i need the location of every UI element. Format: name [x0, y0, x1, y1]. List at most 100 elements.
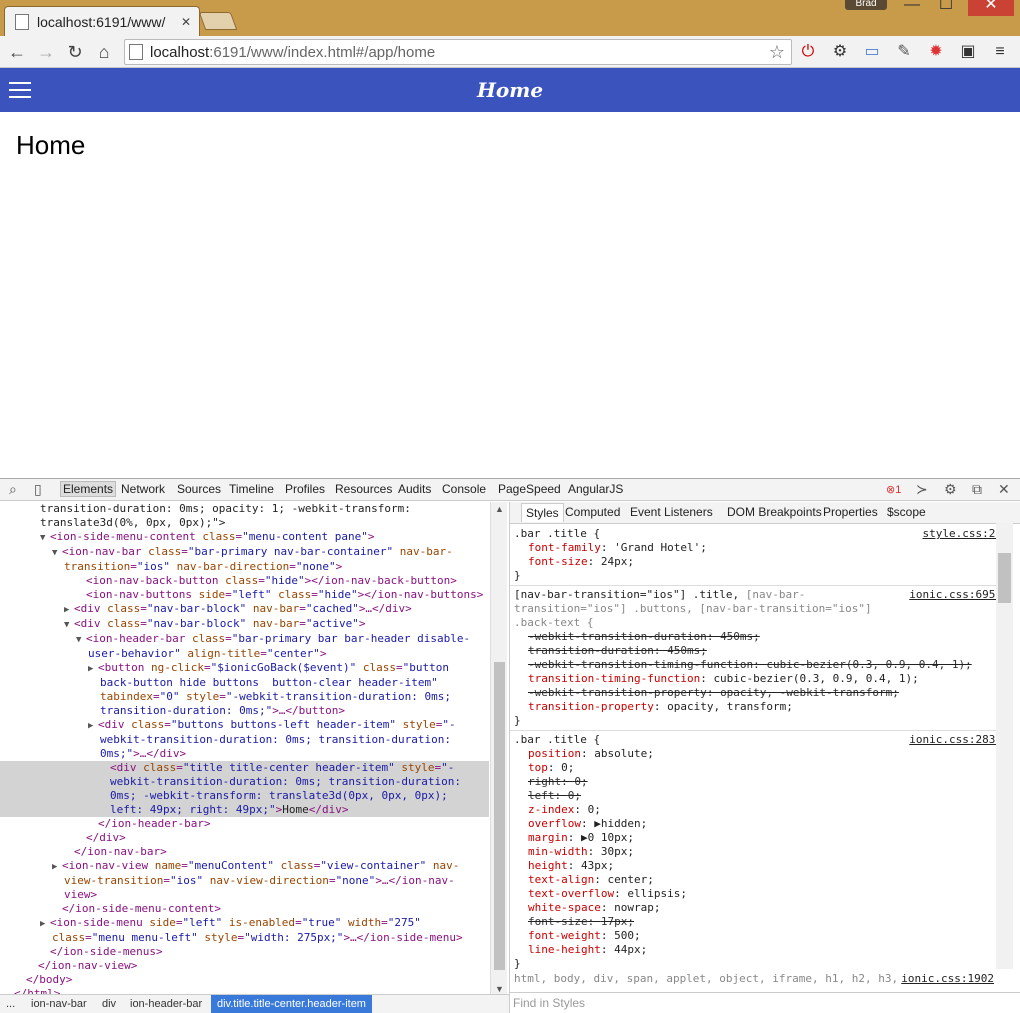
property-name[interactable]: -webkit-transition-duration	[528, 630, 707, 643]
adblock-icon[interactable]: ⏻	[798, 42, 818, 62]
rule-source-link[interactable]: ionic.css:2839	[909, 733, 1002, 747]
styles-tab-scope[interactable]: $scope	[887, 505, 926, 519]
property-name[interactable]: margin	[528, 831, 568, 844]
devtools-tab-sources[interactable]: Sources	[177, 482, 221, 496]
property-name[interactable]: left	[528, 789, 555, 802]
error-count-badge[interactable]: ⊗1	[886, 483, 901, 496]
styles-tab-computed[interactable]: Computed	[565, 505, 620, 519]
elements-tree[interactable]: transition-duration: 0ms; opacity: 1; -w…	[0, 502, 489, 996]
collapsed-triangle-icon[interactable]: ▶	[40, 917, 50, 931]
dom-node-line[interactable]: ▶ <ion-side-menu side="left" is-enabled="…	[0, 916, 489, 945]
property-value[interactable]: 0;	[561, 761, 574, 774]
dom-node-line[interactable]: transition-duration: 0ms; opacity: 1; -w…	[0, 502, 489, 530]
property-name[interactable]: white-space	[528, 901, 601, 914]
dom-node-line[interactable]: </div>	[0, 831, 489, 845]
devtools-tab-profiles[interactable]: Profiles	[285, 482, 325, 496]
dom-node-line[interactable]: ▼ <ion-header-bar class="bar-primary bar …	[0, 632, 489, 661]
property-name[interactable]: transition-duration	[528, 644, 654, 657]
property-value[interactable]: 24px;	[601, 555, 634, 568]
clipboard-icon[interactable]: ▣	[958, 42, 978, 62]
property-value[interactable]: opacity, transform;	[667, 700, 793, 713]
style-declaration[interactable]: margin: ▶0 10px;	[514, 831, 1000, 845]
console-drawer-icon[interactable]: ≻	[916, 481, 928, 498]
dock-side-icon[interactable]: ⧉	[972, 481, 982, 498]
dom-node-line[interactable]: </ion-header-bar>	[0, 817, 489, 831]
elements-scrollbar[interactable]: ▲ ▼	[490, 502, 507, 996]
property-value[interactable]: 43px;	[581, 859, 614, 872]
property-name[interactable]: font-size	[528, 555, 588, 568]
address-bar[interactable]: localhost:6191/www/index.html#/app/home …	[124, 39, 792, 65]
style-declaration[interactable]: font-family: 'Grand Hotel';	[514, 541, 1000, 555]
dom-node-line[interactable]: ▼ <ion-side-menu-content class="menu-cont…	[0, 530, 489, 545]
expanded-triangle-icon[interactable]: ▼	[52, 546, 62, 560]
style-declaration[interactable]: transition-timing-function: cubic-bezier…	[514, 672, 1000, 686]
style-declaration[interactable]: text-align: center;	[514, 873, 1000, 887]
property-name[interactable]: top	[528, 761, 548, 774]
home-icon[interactable]: ⌂	[92, 40, 116, 64]
style-declaration[interactable]: overflow: ▶hidden;	[514, 817, 1000, 831]
color-wheel-icon[interactable]: ✹	[926, 42, 946, 62]
reload-icon[interactable]: ↻	[63, 40, 87, 64]
style-declaration[interactable]: line-height: 44px;	[514, 943, 1000, 957]
dom-node-line[interactable]: <div class="title title-center header-it…	[0, 761, 489, 817]
style-declaration[interactable]: right: 0;	[514, 775, 1000, 789]
scroll-up-icon[interactable]: ▲	[495, 504, 504, 514]
styles-tab-properties[interactable]: Properties	[823, 505, 878, 519]
back-arrow-icon[interactable]: ←	[5, 40, 29, 64]
property-name[interactable]: line-height	[528, 943, 601, 956]
close-window-icon[interactable]: ✕	[968, 0, 1014, 16]
styles-tab-event-listeners[interactable]: Event Listeners	[630, 505, 713, 519]
style-declaration[interactable]: -webkit-transition-property: opacity, -w…	[514, 686, 1000, 700]
breadcrumb-item[interactable]: div	[102, 998, 116, 1010]
devtools-tab-elements[interactable]: Elements	[60, 481, 117, 497]
devtools-tab-timeline[interactable]: Timeline	[229, 482, 274, 496]
devtools-tab-audits[interactable]: Audits	[398, 482, 431, 496]
property-name[interactable]: -webkit-transition-property	[528, 686, 707, 699]
profile-button[interactable]: Brad	[845, 0, 887, 10]
device-mode-icon[interactable]: ▯	[34, 481, 42, 498]
style-declaration[interactable]: -webkit-transition-timing-function: cubi…	[514, 658, 1000, 672]
property-name[interactable]: font-weight	[528, 929, 601, 942]
property-value[interactable]: center;	[607, 873, 653, 886]
style-rule[interactable]: .bar .title {ionic.css:2839 position: abs…	[510, 731, 1004, 971]
dom-node-line[interactable]: </body>	[0, 973, 489, 987]
rule-source-link[interactable]: ionic.css:6957	[909, 588, 1002, 602]
devtools-tab-resources[interactable]: Resources	[335, 482, 392, 496]
scroll-down-icon[interactable]: ▼	[495, 984, 504, 994]
property-value[interactable]: absolute;	[594, 747, 654, 760]
maximize-icon[interactable]: ☐	[932, 0, 960, 14]
rule-source-link[interactable]: style.css:27	[923, 527, 1002, 541]
collapsed-triangle-icon[interactable]: ▶	[64, 603, 74, 617]
chrome-menu-icon[interactable]: ≡	[990, 42, 1010, 62]
property-value[interactable]: 500;	[614, 929, 641, 942]
property-name[interactable]: z-index	[528, 803, 574, 816]
style-declaration[interactable]: min-width: 30px;	[514, 845, 1000, 859]
forward-arrow-icon[interactable]: →	[34, 40, 58, 64]
styles-rules[interactable]: .bar .title {style.css:27 font-family: 'G…	[510, 525, 1004, 971]
property-value[interactable]: ellipsis;	[627, 887, 687, 900]
tab-close-icon[interactable]: ✕	[181, 15, 191, 29]
property-name[interactable]: font-size	[528, 915, 588, 928]
style-declaration[interactable]: -webkit-transition-duration: 450ms;	[514, 630, 1000, 644]
style-rule[interactable]: [nav-bar-transition="ios"] .title, [nav-…	[510, 586, 1004, 731]
dom-node-line[interactable]: <ion-nav-buttons side="left" class="hide…	[0, 588, 489, 602]
settings-gear-icon[interactable]: ⚙	[944, 481, 957, 498]
property-name[interactable]: height	[528, 859, 568, 872]
hamburger-menu-icon[interactable]	[9, 82, 31, 98]
find-in-styles-input[interactable]: Find in Styles	[510, 992, 1020, 1012]
property-value[interactable]: 17px;	[601, 915, 634, 928]
bookmark-star-icon[interactable]: ☆	[769, 42, 785, 63]
browser-tab-active[interactable]: localhost:6191/www/ ✕	[4, 6, 200, 36]
style-declaration[interactable]: text-overflow: ellipsis;	[514, 887, 1000, 901]
dom-node-line[interactable]: </ion-side-menu-content>	[0, 902, 489, 916]
style-declaration[interactable]: font-weight: 500;	[514, 929, 1000, 943]
dom-node-line[interactable]: </ion-nav-view>	[0, 959, 489, 973]
close-devtools-icon[interactable]: ✕	[998, 481, 1010, 498]
style-declaration[interactable]: transition-property: opacity, transform;	[514, 700, 1000, 714]
devtools-tab-angularjs[interactable]: AngularJS	[568, 482, 623, 496]
page-info-icon[interactable]	[129, 44, 143, 60]
property-value[interactable]: 0;	[574, 775, 587, 788]
breadcrumb-item[interactable]: div.title.title-center.header-item	[211, 995, 372, 1013]
property-value[interactable]: 450ms;	[720, 630, 760, 643]
property-name[interactable]: overflow	[528, 817, 581, 830]
